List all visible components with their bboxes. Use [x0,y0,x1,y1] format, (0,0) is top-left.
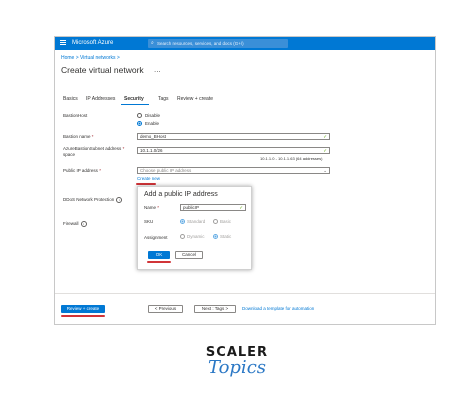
sku-basic-label: Basic [220,219,232,224]
bastion-name-value: demo_BHost [140,134,167,139]
hamburger-icon[interactable] [60,40,66,41]
ddos-label: DDoS Network Protection i [63,197,123,203]
required-marker: * [157,205,160,210]
cancel-button[interactable]: Cancel [175,251,203,259]
public-ip-label: Public IP address * [63,168,101,174]
bastion-disable-radio[interactable] [137,113,142,118]
tab-ip-addresses[interactable]: IP Addresses [86,96,115,102]
breadcrumb[interactable]: Home > Virtual networks > [61,55,120,61]
required-marker: * [91,134,94,139]
assignment-static-label: Static [220,234,232,239]
active-tab-indicator [121,104,149,105]
dialog-name-label: Name * [144,205,159,211]
previous-button[interactable]: < Previous [148,305,183,313]
firewall-label: Firewall i [63,221,87,227]
tab-review-create[interactable]: Review + create [177,96,213,102]
footer-divider [55,293,435,294]
tab-security[interactable]: Security [124,96,144,102]
azure-portal-window: Microsoft Azure ⌕ Search resources, serv… [54,36,436,325]
chevron-down-icon: ⌄ [323,168,327,173]
ok-button[interactable]: OK [148,251,170,259]
add-public-ip-dialog: Add a public IP address Name * publicIP … [137,186,252,270]
tab-basics[interactable]: Basics [63,96,78,102]
required-marker: * [122,146,125,151]
valid-check-icon: ✓ [323,148,327,153]
brand-name[interactable]: Microsoft Azure [72,39,113,48]
tab-tags[interactable]: Tags [158,96,169,102]
public-ip-name-value: publicIP [183,205,200,210]
topics-logo-text: Topics [207,357,267,378]
assignment-static-radio [213,234,218,239]
next-tags-button[interactable]: Next : Tags > [194,305,236,313]
sku-standard-label: Standard [187,219,206,224]
search-placeholder: Search resources, services, and docs (G+… [157,41,244,46]
ddos-label-text: DDoS Network Protection [63,197,115,203]
page-title: Create virtual network [61,65,144,75]
assignment-label: Assignment [144,235,168,240]
public-ip-placeholder: Choose public IP address [140,168,192,173]
assignment-dynamic-label: Dynamic [187,234,205,239]
valid-check-icon: ✓ [239,205,243,210]
review-create-button[interactable]: Review + create [61,305,105,313]
subnet-label-line2: space [63,152,76,157]
bastion-name-field[interactable]: demo_BHost ✓ [137,133,330,140]
search-input[interactable]: ⌕ Search resources, services, and docs (… [148,39,288,48]
bastion-disable-label: Disable [145,113,161,118]
public-ip-label-text: Public IP address [63,168,98,173]
public-ip-name-field[interactable]: publicIP ✓ [180,204,246,211]
sku-standard-radio [180,219,185,224]
info-icon[interactable]: i [116,197,123,203]
annotation-underline [61,315,105,317]
sku-basic-radio [213,219,218,224]
assignment-dynamic-radio [180,234,185,239]
download-template-link[interactable]: Download a template for automation [242,306,314,311]
subnet-range-hint: 10.1.1.0 - 10.1.1.63 (64 addresses) [260,156,323,161]
bastion-host-label: BastionHost [63,113,88,118]
dialog-title: Add a public IP address [144,191,218,198]
subnet-label-text: AzureBastionSubnet address [63,146,122,151]
sku-label: SKU [144,219,154,224]
bastion-name-label: Bastion name * [63,134,94,140]
bastion-enable-label: Enable [145,121,160,126]
info-icon[interactable]: i [80,221,87,227]
bastion-name-label-text: Bastion name [63,134,91,139]
public-ip-dropdown[interactable]: Choose public IP address ⌄ [137,167,330,174]
firewall-label-text: Firewall [63,221,79,227]
top-bar: Microsoft Azure ⌕ Search resources, serv… [55,37,435,50]
subnet-address-value: 10.1.1.0/26 [140,148,163,153]
more-options-icon[interactable]: ... [154,65,161,74]
search-icon: ⌕ [151,40,154,46]
bastion-enable-radio[interactable] [137,121,142,126]
annotation-underline [147,261,171,263]
dialog-name-label-text: Name [144,205,157,210]
create-new-link[interactable]: Create new [137,176,160,181]
valid-check-icon: ✓ [323,134,327,139]
subnet-address-field[interactable]: 10.1.1.0/26 ✓ [137,147,330,154]
required-marker: * [99,168,101,173]
annotation-underline [136,183,156,185]
